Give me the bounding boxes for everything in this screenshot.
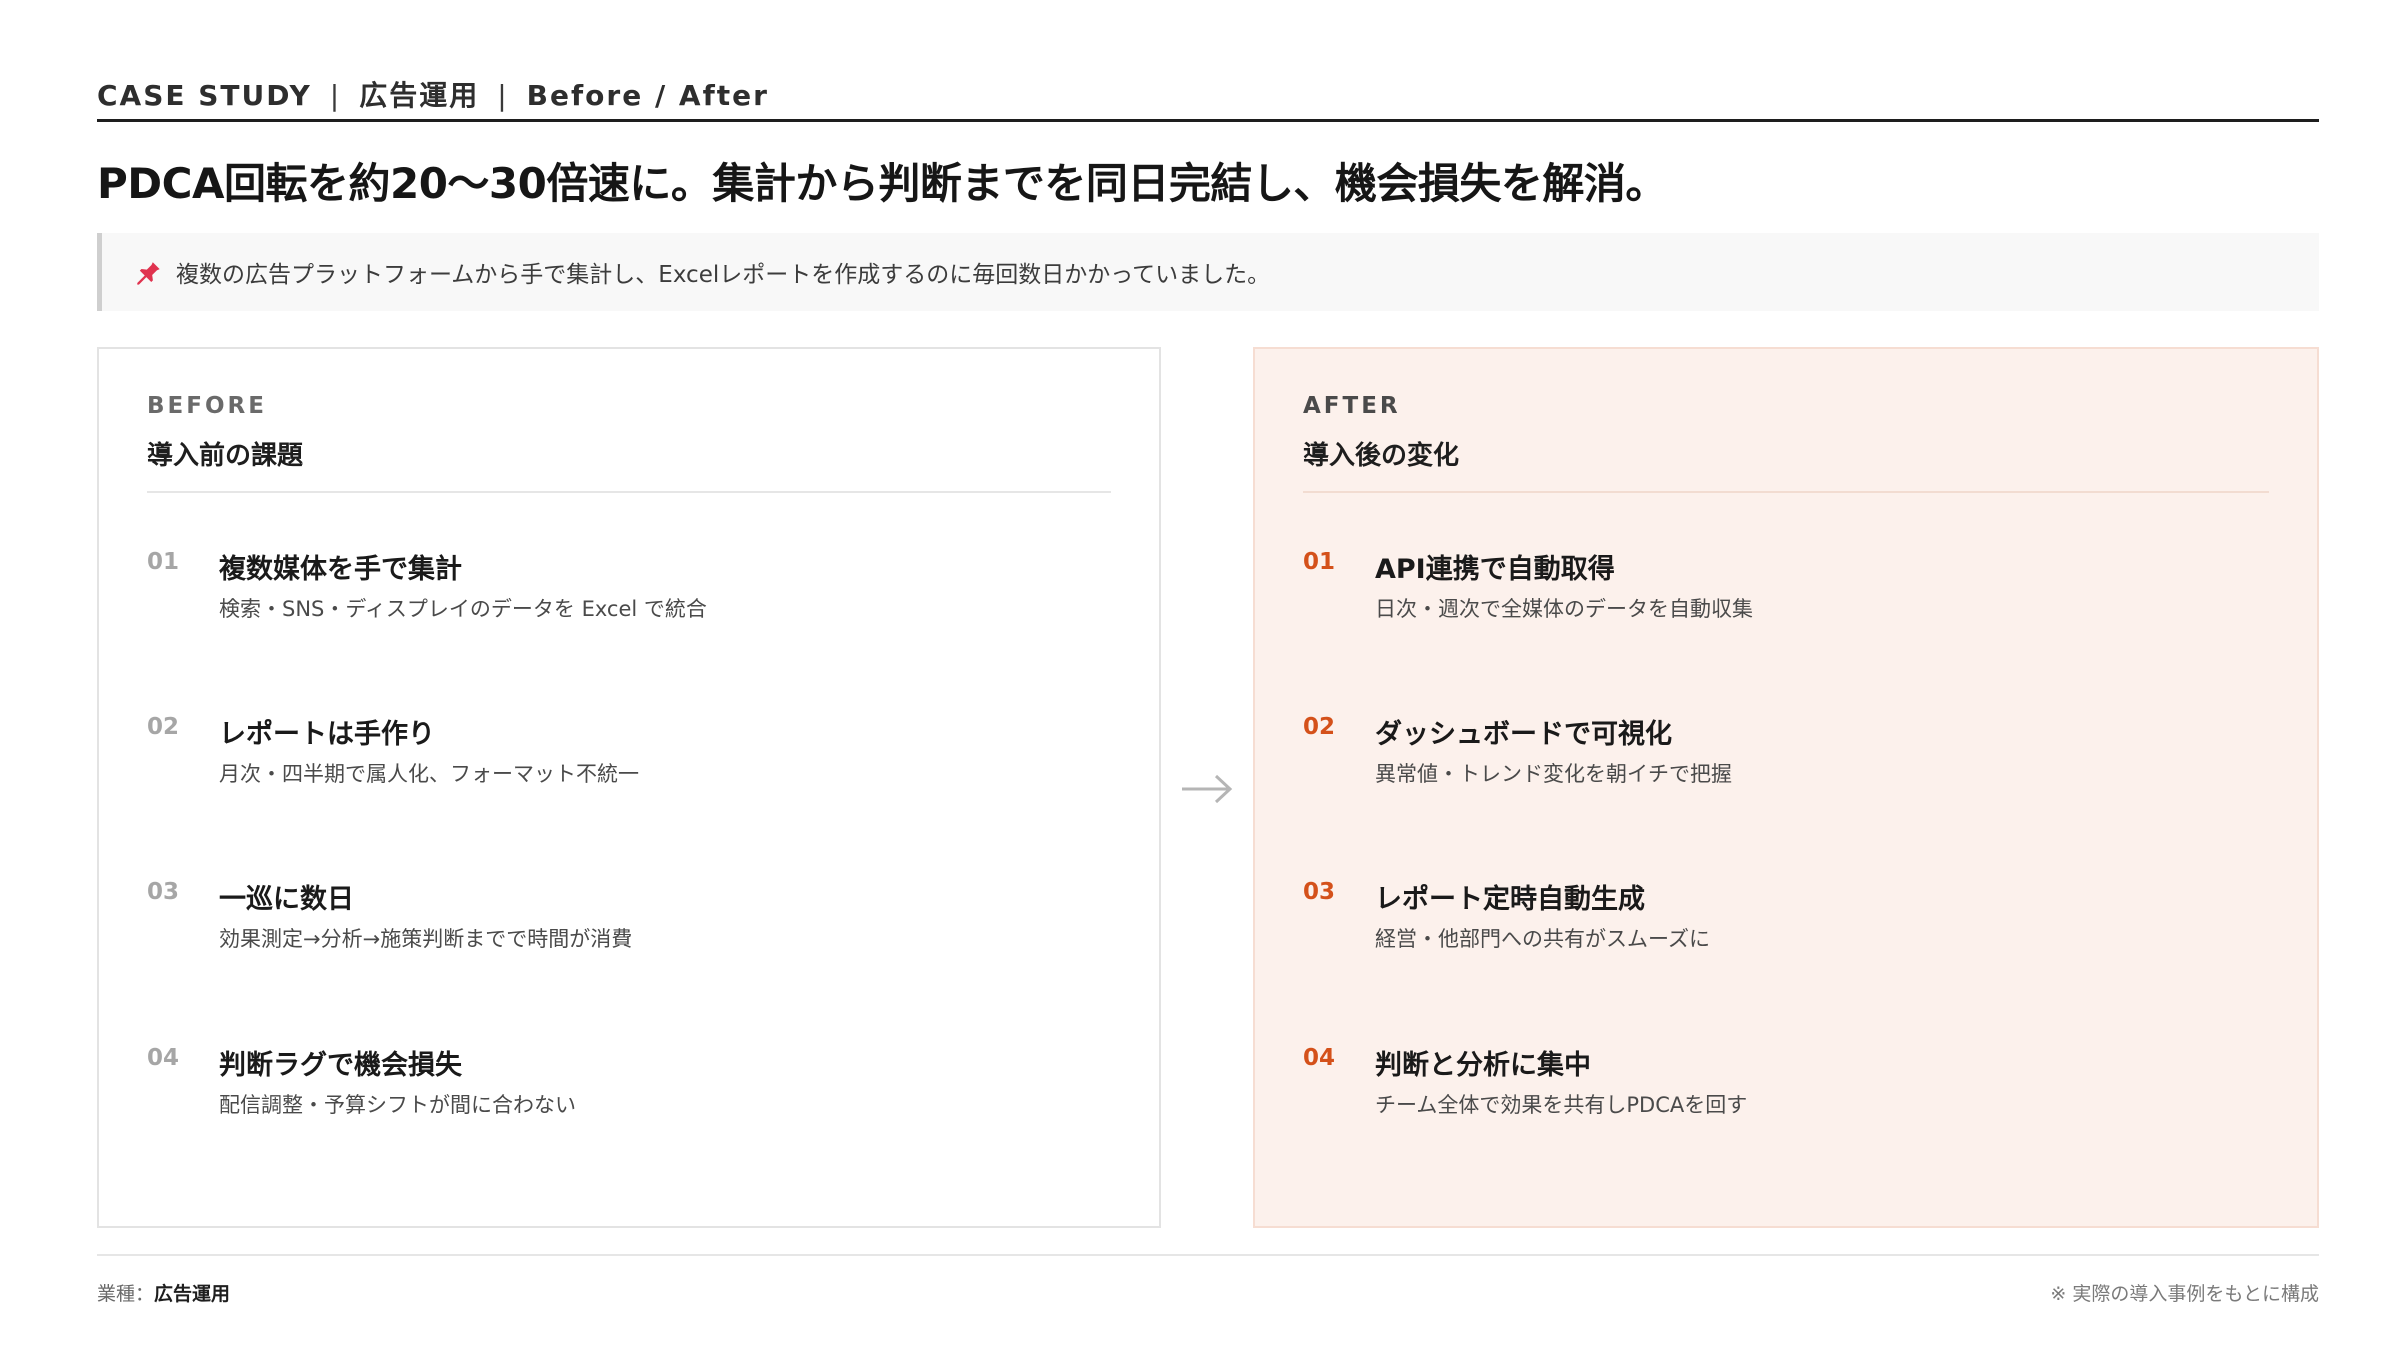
before-item: 03 一巡に数日 効果測定→分析→施策判断までで時間が消費	[147, 877, 1111, 967]
industry-label: 業種：	[97, 1283, 155, 1305]
before-item: 04 判断ラグで機会損失 配信調整・予算シフトが間に合わない	[147, 1043, 1111, 1133]
after-item: 04 判断と分析に集中 チーム全体で効果を共有しPDCAを回す	[1303, 1043, 2269, 1133]
industry-value: 広告運用	[154, 1283, 231, 1305]
after-item: 03 レポート定時自動生成 経営・他部門への共有がスムーズに	[1303, 877, 2269, 967]
after-label: AFTER	[1303, 393, 1401, 419]
item-description: 月次・四半期で属人化、フォーマット不統一	[219, 762, 639, 786]
item-number: 02	[147, 714, 180, 740]
after-panel: AFTER 導入後の変化 01 API連携で自動取得 日次・週次で全媒体のデータ…	[1253, 347, 2319, 1228]
before-title: 導入前の課題	[147, 441, 304, 471]
note-bar: 複数の広告プラットフォームから手で集計し、Excelレポートを作成するのに毎回数…	[97, 233, 2319, 311]
item-title: 複数媒体を手で集計	[219, 554, 462, 585]
item-number: 03	[1303, 879, 1336, 905]
item-title: 判断と分析に集中	[1375, 1050, 1591, 1081]
item-description: 効果測定→分析→施策判断までで時間が消費	[219, 927, 633, 951]
item-number: 01	[147, 549, 180, 575]
footer-divider	[97, 1254, 2319, 1256]
item-description: 異常値・トレンド変化を朝イチで把握	[1375, 762, 1732, 786]
before-item: 01 複数媒体を手で集計 検索・SNS・ディスプレイのデータを Excel で統…	[147, 547, 1111, 637]
item-description: チーム全体で効果を共有しPDCAを回す	[1375, 1093, 1748, 1117]
note-text: 複数の広告プラットフォームから手で集計し、Excelレポートを作成するのに毎回数…	[176, 262, 1271, 288]
item-number: 02	[1303, 714, 1336, 740]
after-title: 導入後の変化	[1303, 441, 1460, 471]
item-description: 日次・週次で全媒体のデータを自動収集	[1375, 597, 1753, 621]
pushpin-icon	[137, 260, 160, 285]
item-description: 経営・他部門への共有がスムーズに	[1375, 927, 1710, 951]
item-number: 04	[1303, 1045, 1336, 1071]
item-title: API連携で自動取得	[1375, 554, 1615, 585]
slide-header: CASE STUDY | 広告運用 | Before / After	[97, 74, 2319, 122]
item-number: 04	[147, 1045, 180, 1071]
after-item: 02 ダッシュボードで可視化 異常値・トレンド変化を朝イチで把握	[1303, 712, 2269, 802]
case-study-slide: CASE STUDY | 広告運用 | Before / After PDCA回転を約2…	[0, 0, 2400, 1350]
before-panel-header: BEFORE 導入前の課題	[147, 393, 1111, 493]
page-title: PDCA回転を約20〜30倍速に。集計から判断までを同日完結し、機会損失を解消。	[97, 159, 1667, 208]
item-description: 検索・SNS・ディスプレイのデータを Excel で統合	[219, 597, 707, 621]
item-title: ダッシュボードで可視化	[1375, 719, 1672, 750]
after-item: 01 API連携で自動取得 日次・週次で全媒体のデータを自動収集	[1303, 547, 2269, 637]
arrow-right-icon	[1182, 774, 1233, 804]
item-title: レポート定時自動生成	[1375, 884, 1645, 915]
item-description: 配信調整・予算シフトが間に合わない	[219, 1093, 576, 1117]
eyebrow-separator: |	[497, 79, 509, 112]
eyebrow-category: 広告運用	[359, 79, 480, 112]
eyebrow: CASE STUDY | 広告運用 | Before / After	[97, 74, 2319, 114]
eyebrow-separator: |	[329, 79, 342, 112]
item-number: 01	[1303, 549, 1336, 575]
eyebrow-before-after: Before / After	[526, 79, 769, 112]
after-panel-header: AFTER 導入後の変化	[1303, 393, 2269, 493]
before-label: BEFORE	[147, 393, 267, 419]
footer-industry: 業種：広告運用	[97, 1279, 230, 1306]
item-title: 判断ラグで機会損失	[219, 1050, 462, 1081]
item-number: 03	[147, 879, 180, 905]
item-title: 一巡に数日	[219, 884, 354, 915]
eyebrow-case-study: CASE STUDY	[97, 79, 312, 112]
before-panel: BEFORE 導入前の課題 01 複数媒体を手で集計 検索・SNS・ディスプレイ…	[97, 347, 1161, 1228]
before-item: 02 レポートは手作り 月次・四半期で属人化、フォーマット不統一	[147, 712, 1111, 802]
footer-note: ※ 実際の導入事例をもとに構成	[2050, 1283, 2319, 1305]
item-title: レポートは手作り	[219, 719, 435, 750]
